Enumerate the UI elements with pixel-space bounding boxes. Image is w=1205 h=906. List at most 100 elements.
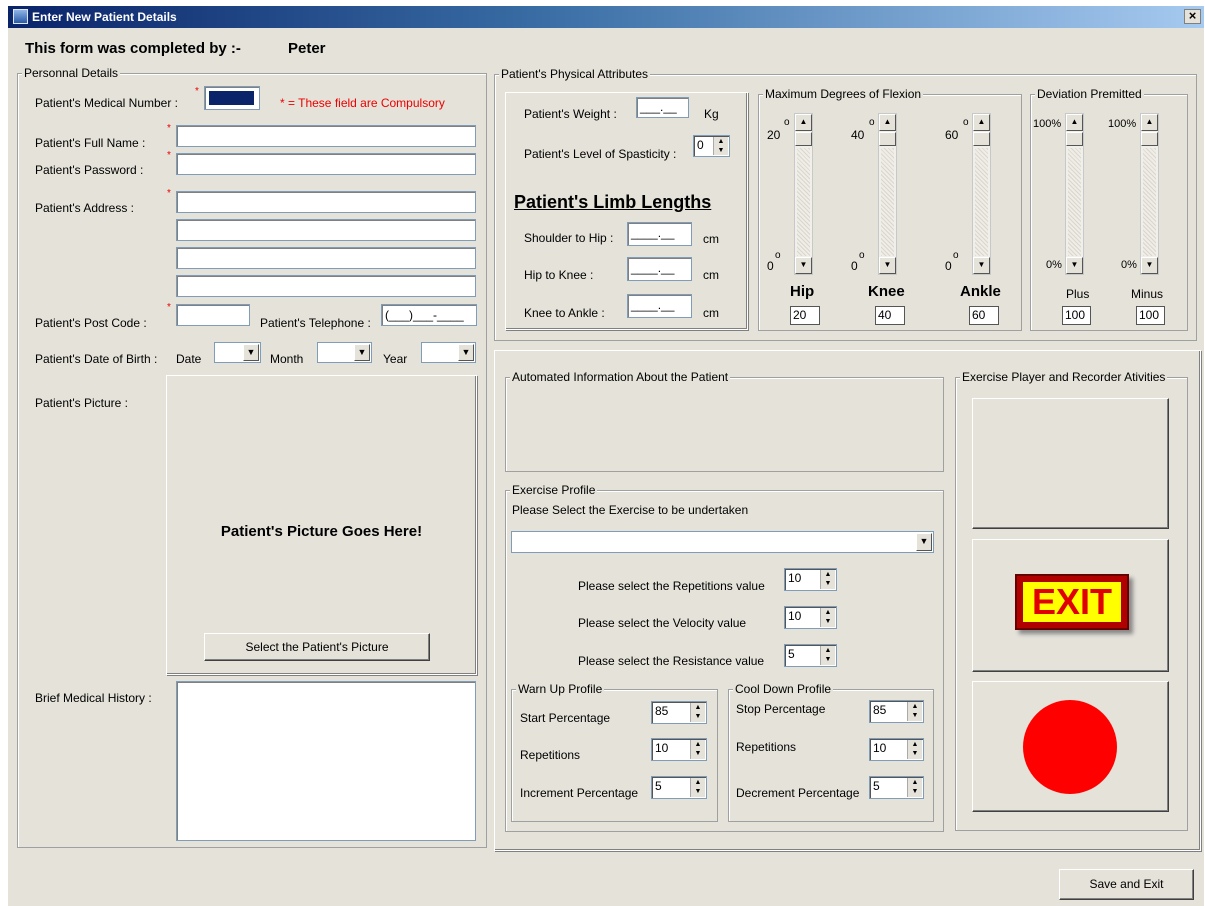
spinner-arrows-icon[interactable]: ▲ ▼ bbox=[713, 137, 728, 155]
spinner-arrows-icon[interactable]: ▲ ▼ bbox=[690, 778, 705, 797]
full-name-input[interactable] bbox=[176, 125, 476, 147]
weight-input[interactable]: ___.__ bbox=[636, 97, 689, 118]
address-line-4-input[interactable] bbox=[176, 275, 476, 297]
cooldown-title: Cool Down Profile bbox=[733, 682, 834, 696]
shoulder-hip-label: Shoulder to Hip : bbox=[524, 231, 614, 245]
knee-max-label: 40 bbox=[851, 128, 865, 142]
spasticity-spinner[interactable]: 0 ▲ ▼ bbox=[693, 135, 730, 157]
plus-max-label: 100% bbox=[1033, 118, 1062, 130]
spinner-arrows-icon[interactable]: ▲ ▼ bbox=[690, 740, 705, 759]
slider-track[interactable] bbox=[797, 148, 810, 256]
repetitions-spinner[interactable]: 10 ▲ ▼ bbox=[784, 568, 837, 591]
save-and-exit-button[interactable]: Save and Exit bbox=[1059, 869, 1194, 900]
chevron-down-icon[interactable]: ▼ bbox=[916, 533, 932, 551]
spinner-arrows-icon[interactable]: ▲ ▼ bbox=[820, 570, 835, 589]
required-marker: * bbox=[167, 188, 171, 199]
completed-by-label: This form was completed by :- bbox=[25, 40, 241, 57]
dob-date-select[interactable]: ▼ bbox=[214, 342, 261, 363]
arrow-down-icon[interactable]: ▼ bbox=[1141, 257, 1158, 274]
close-icon[interactable]: × bbox=[1184, 9, 1201, 24]
select-picture-button[interactable]: Select the Patient's Picture bbox=[204, 633, 430, 661]
arrow-down-icon[interactable]: ▼ bbox=[973, 257, 990, 274]
slider-thumb[interactable] bbox=[879, 132, 896, 146]
address-line-1-input[interactable] bbox=[176, 191, 476, 213]
title-bar[interactable]: Enter New Patient Details bbox=[8, 6, 1204, 28]
warmup-reps-spinner[interactable]: 10 ▲ ▼ bbox=[651, 738, 707, 761]
chevron-down-icon[interactable]: ▼ bbox=[243, 344, 259, 361]
dob-year-select[interactable]: ▼ bbox=[421, 342, 476, 363]
chevron-down-icon[interactable]: ▼ bbox=[354, 344, 370, 361]
ankle-zero-label: 0 bbox=[945, 259, 952, 273]
spinner-arrows-icon[interactable]: ▲ ▼ bbox=[820, 608, 835, 627]
ankle-value[interactable]: 60 bbox=[969, 306, 999, 325]
length-mask: ____.__ bbox=[631, 261, 675, 275]
slider-track[interactable] bbox=[975, 148, 988, 256]
plus-deviation-slider[interactable]: ▲ ▼ bbox=[1065, 113, 1084, 275]
medical-number-input[interactable] bbox=[204, 86, 260, 110]
spinner-arrows-icon[interactable]: ▲ ▼ bbox=[690, 703, 705, 722]
velocity-spinner[interactable]: 10 ▲ ▼ bbox=[784, 606, 837, 629]
warmup-increment-spinner[interactable]: 5 ▲ ▼ bbox=[651, 776, 707, 799]
arrow-up-icon[interactable]: ▲ bbox=[1141, 114, 1158, 131]
length-unit: cm bbox=[703, 268, 719, 282]
slider-track[interactable] bbox=[1068, 148, 1081, 256]
password-input[interactable] bbox=[176, 153, 476, 175]
post-code-input[interactable] bbox=[176, 304, 250, 326]
exit-button[interactable]: EXIT bbox=[972, 539, 1169, 672]
shoulder-hip-input[interactable]: ____.__ bbox=[627, 222, 692, 246]
spinner-arrows-icon[interactable]: ▲ ▼ bbox=[820, 646, 835, 665]
warmup-start-spinner[interactable]: 85 ▲ ▼ bbox=[651, 701, 707, 724]
knee-value[interactable]: 40 bbox=[875, 306, 905, 325]
arrow-up-icon[interactable]: ▲ bbox=[879, 114, 896, 131]
dob-year-label: Year bbox=[383, 352, 408, 366]
record-icon bbox=[1023, 700, 1117, 794]
spinner-arrows-icon[interactable]: ▲ ▼ bbox=[907, 740, 922, 759]
dob-month-select[interactable]: ▼ bbox=[317, 342, 372, 363]
plus-min-label: 0% bbox=[1046, 259, 1062, 271]
address-line-3-input[interactable] bbox=[176, 247, 476, 269]
telephone-input[interactable]: (___)___-____ bbox=[381, 304, 477, 326]
arrow-down-icon[interactable]: ▼ bbox=[1066, 257, 1083, 274]
slider-track[interactable] bbox=[1143, 148, 1156, 256]
slider-thumb[interactable] bbox=[973, 132, 990, 146]
resistance-spinner[interactable]: 5 ▲ ▼ bbox=[784, 644, 837, 667]
exercise-select[interactable]: ▼ bbox=[511, 531, 934, 553]
ankle-flexion-slider[interactable]: ▲ ▼ bbox=[972, 113, 991, 275]
knee-ankle-label: Knee to Ankle : bbox=[524, 306, 605, 320]
medical-history-textarea[interactable] bbox=[176, 681, 476, 841]
cooldown-stop-spinner[interactable]: 85 ▲ ▼ bbox=[869, 700, 924, 723]
arrow-up-icon[interactable]: ▲ bbox=[795, 114, 812, 131]
minus-deviation-slider[interactable]: ▲ ▼ bbox=[1140, 113, 1159, 275]
cooldown-decrement-spinner[interactable]: 5 ▲ ▼ bbox=[869, 776, 924, 799]
record-button[interactable] bbox=[972, 681, 1169, 812]
player-blank-button[interactable] bbox=[972, 398, 1169, 529]
slider-thumb[interactable] bbox=[1066, 132, 1083, 146]
address-line-2-input[interactable] bbox=[176, 219, 476, 241]
spinner-arrows-icon[interactable]: ▲ ▼ bbox=[907, 702, 922, 721]
hip-knee-input[interactable]: ____.__ bbox=[627, 257, 692, 281]
warmup-start-value: 85 bbox=[655, 704, 669, 718]
arrow-down-icon[interactable]: ▼ bbox=[795, 257, 812, 274]
required-note: * = These field are Compulsory bbox=[280, 96, 445, 110]
spinner-arrows-icon[interactable]: ▲ ▼ bbox=[907, 778, 922, 797]
arrow-down-icon[interactable]: ▼ bbox=[879, 257, 896, 274]
slider-thumb[interactable] bbox=[1141, 132, 1158, 146]
knee-zero-label: 0 bbox=[851, 259, 858, 273]
knee-ankle-input[interactable]: ____.__ bbox=[627, 294, 692, 318]
slider-track[interactable] bbox=[881, 148, 894, 256]
repetitions-label: Please select the Repetitions value bbox=[578, 579, 765, 593]
hip-value[interactable]: 20 bbox=[790, 306, 820, 325]
degree-sign: o bbox=[859, 250, 865, 261]
spasticity-value: 0 bbox=[697, 138, 704, 152]
chevron-down-icon[interactable]: ▼ bbox=[458, 344, 474, 361]
arrow-up-icon[interactable]: ▲ bbox=[1066, 114, 1083, 131]
cooldown-reps-spinner[interactable]: 10 ▲ ▼ bbox=[869, 738, 924, 761]
arrow-up-icon[interactable]: ▲ bbox=[973, 114, 990, 131]
physical-attributes-title: Patient's Physical Attributes bbox=[499, 67, 651, 81]
slider-thumb[interactable] bbox=[795, 132, 812, 146]
knee-flexion-slider[interactable]: ▲ ▼ bbox=[878, 113, 897, 275]
minus-value[interactable]: 100 bbox=[1136, 306, 1165, 325]
hip-max-label: 20 bbox=[767, 128, 781, 142]
plus-value[interactable]: 100 bbox=[1062, 306, 1091, 325]
hip-flexion-slider[interactable]: ▲ ▼ bbox=[794, 113, 813, 275]
